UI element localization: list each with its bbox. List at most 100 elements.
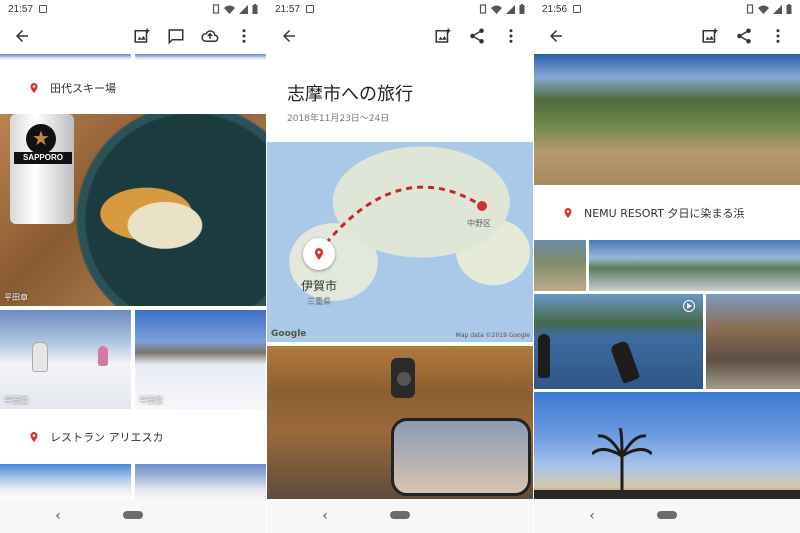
nav-back-button[interactable]: ‹: [584, 508, 600, 524]
share-button[interactable]: [730, 22, 758, 50]
panel-album-beach: 21:56 NEMU RESORT 夕日に染まる浜 ‹: [534, 0, 800, 533]
status-icons: [746, 4, 792, 14]
photo-ski-snowboarder[interactable]: 平田章: [0, 310, 131, 409]
add-photo-button[interactable]: [429, 22, 457, 50]
cloud-upload-button[interactable]: [196, 22, 224, 50]
add-photo-button[interactable]: [128, 22, 156, 50]
cloud-upload-icon: [201, 30, 219, 42]
wifi-icon: [224, 5, 235, 14]
photo-author: 平田章: [139, 396, 163, 405]
map-credit: Map data ©2019 Google: [455, 332, 530, 339]
status-time: 21:57: [275, 3, 301, 15]
comment-icon: [168, 29, 184, 45]
signal-icon: [239, 4, 248, 14]
status-icons: [212, 4, 258, 14]
more-vert-icon: [509, 29, 513, 43]
vibrate-icon: [746, 4, 754, 14]
more-vert-icon: [776, 29, 780, 43]
adult-figure: [609, 340, 641, 384]
camera-lens: [397, 372, 411, 386]
back-button[interactable]: [8, 22, 36, 50]
nav-home-button[interactable]: [123, 511, 143, 519]
share-button[interactable]: [463, 22, 491, 50]
location-label: NEMU RESORT 夕日に染まる浜: [584, 207, 745, 220]
photo-thumbnail[interactable]: [135, 464, 266, 500]
start-pref-label: 三重県: [307, 297, 331, 306]
photo-sunset[interactable]: [534, 392, 800, 500]
status-bar: 21:57: [0, 0, 266, 18]
add-photo-icon: [702, 28, 718, 43]
photo-thumbnail[interactable]: [135, 54, 266, 60]
location-label: レストラン アリエスカ: [50, 431, 164, 444]
back-arrow-icon: [550, 30, 562, 42]
skier-figure: [98, 346, 108, 366]
vibrate-icon: [479, 4, 487, 14]
panel-trip-map: 21:57 志摩市への旅行 2018年11月23日～24日 伊賀市 三重県 中野…: [267, 0, 533, 533]
photo-tree-climb[interactable]: [706, 294, 800, 389]
nav-back-button[interactable]: ‹: [50, 508, 66, 524]
battery-icon: [519, 4, 525, 14]
photo-landscape[interactable]: [534, 54, 800, 185]
back-button[interactable]: [542, 22, 570, 50]
screenshot-collage: 21:57 田代スキー場 ★ SAPPORO 平田章 平田章 平田章 レストラン…: [0, 0, 800, 533]
comment-button[interactable]: [162, 22, 190, 50]
share-icon: [470, 28, 484, 44]
photo-thumbnail[interactable]: [0, 464, 131, 500]
status-bar: 21:57: [267, 0, 533, 18]
more-vert-icon: [242, 29, 246, 43]
nav-home-button[interactable]: [657, 511, 677, 519]
more-options-button[interactable]: [230, 22, 258, 50]
palm-tree: [592, 428, 652, 498]
location-header[interactable]: 田代スキー場: [0, 68, 266, 108]
toolbar: [534, 18, 800, 54]
system-nav-bar: ‹: [267, 499, 533, 533]
status-time: 21:56: [542, 3, 568, 15]
share-icon: [737, 28, 751, 44]
image-notification-icon: [39, 5, 48, 13]
photo-panorama[interactable]: [589, 240, 800, 291]
nav-home-button[interactable]: [390, 511, 410, 519]
location-header[interactable]: レストラン アリエスカ: [0, 417, 266, 457]
status-icons: [479, 4, 525, 14]
photo-author: 平田章: [4, 293, 28, 302]
back-button[interactable]: [275, 22, 303, 50]
status-bar: 21:56: [534, 0, 800, 18]
add-photo-icon: [435, 28, 451, 43]
location-pin-icon: [314, 248, 324, 260]
nav-back-button[interactable]: ‹: [317, 508, 333, 524]
image-notification-icon: [573, 5, 582, 13]
photo-beach-play[interactable]: [534, 294, 703, 389]
battery-icon: [786, 4, 792, 14]
destination-marker-icon: [477, 201, 487, 211]
more-options-button[interactable]: [497, 22, 525, 50]
toolbar: [0, 18, 266, 54]
snowboarder-figure: [32, 342, 48, 372]
system-nav-bar: ‹: [0, 499, 266, 533]
photo-thumbnail[interactable]: [0, 54, 131, 60]
toolbar: [267, 18, 533, 54]
signal-icon: [773, 4, 782, 14]
system-nav-bar: ‹: [534, 499, 800, 533]
photo-ski-slope[interactable]: 平田章: [135, 310, 266, 409]
start-marker[interactable]: [303, 238, 335, 270]
bottle-label: SAPPORO: [14, 152, 72, 164]
trip-title: 志摩市への旅行: [287, 84, 413, 105]
panel-album-restaurant: 21:57 田代スキー場 ★ SAPPORO 平田章 平田章 平田章 レストラン…: [0, 0, 266, 533]
photo-ropeway[interactable]: [267, 346, 533, 500]
photo-curry[interactable]: SAPPORO 平田章: [0, 114, 266, 306]
play-video-icon: [683, 300, 695, 312]
location-header[interactable]: NEMU RESORT 夕日に染まる浜: [534, 193, 800, 233]
status-time: 21:57: [8, 3, 34, 15]
more-options-button[interactable]: [764, 22, 792, 50]
add-photo-icon: [134, 28, 150, 43]
back-arrow-icon: [16, 30, 28, 42]
add-photo-button[interactable]: [696, 22, 724, 50]
trip-map[interactable]: 伊賀市 三重県 中野区 Google Map data ©2019 Google: [267, 142, 533, 342]
photo-thumbnail[interactable]: [534, 240, 586, 291]
child-figure: [538, 334, 550, 378]
star-logo: [26, 124, 56, 154]
photo-author: 平田章: [4, 396, 28, 405]
location-label: 田代スキー場: [50, 82, 116, 95]
location-pin-icon: [30, 83, 38, 93]
battery-icon: [252, 4, 258, 14]
